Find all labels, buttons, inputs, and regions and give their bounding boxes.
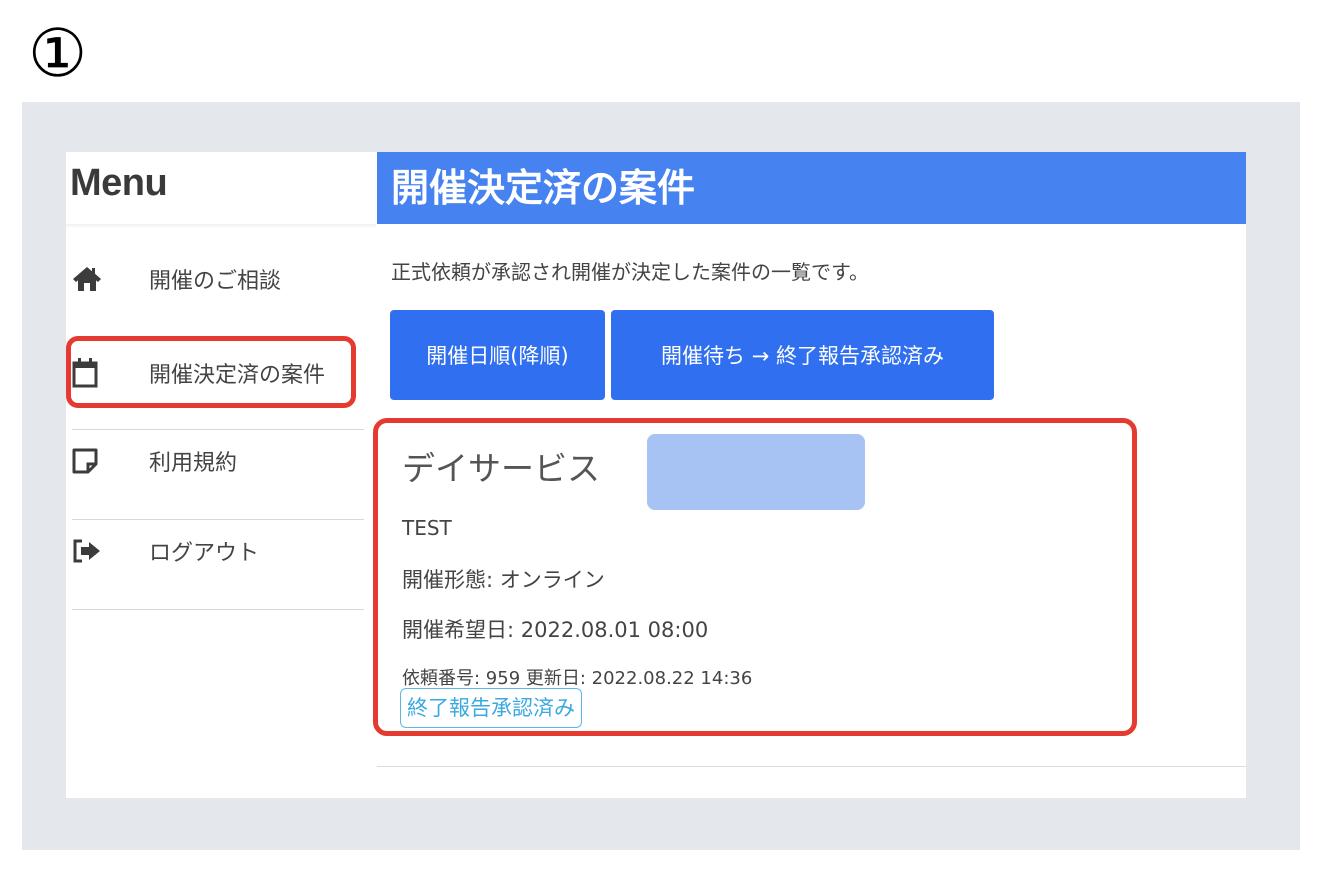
- card-date: 開催希望日: 2022.08.01 08:00: [402, 618, 709, 642]
- home-icon: [72, 265, 112, 293]
- card-meta: 依頼番号: 959 更新日: 2022.08.22 14:36: [402, 668, 753, 689]
- sidebar-item-label: 利用規約: [149, 451, 238, 476]
- page-description: 正式依頼が承認され開催が決定した案件の一覧です。: [391, 260, 869, 284]
- sidebar-item-label: ログアウト: [149, 541, 260, 566]
- status-badge: 終了報告承認済み: [400, 688, 582, 728]
- menu-header-divider: [66, 224, 376, 228]
- divider: [72, 609, 364, 610]
- note-icon: [72, 448, 112, 474]
- sidebar-item-label: 開催のご相談: [149, 269, 282, 294]
- status-filter-button[interactable]: 開催待ち → 終了報告承認済み: [611, 310, 994, 400]
- highlight-annotation: [66, 336, 356, 408]
- main-content: 開催決定済の案件 正式依頼が承認され開催が決定した案件の一覧です。 開催日順(降…: [373, 152, 1246, 798]
- card-format: 開催形態: オンライン: [402, 568, 605, 592]
- menu-title: Menu: [70, 162, 168, 204]
- logout-icon: [72, 539, 112, 563]
- app-window: Menu 開催のご相談 開催決定済の案件 利用規約 ログアウト 開催決定済の案件…: [66, 152, 1246, 798]
- sort-by-date-button[interactable]: 開催日順(降順): [390, 310, 605, 400]
- sidebar-item-logout[interactable]: ログアウト: [66, 506, 366, 596]
- sidebar-item-terms[interactable]: 利用規約: [66, 416, 366, 506]
- card-title: デイサービス: [402, 449, 600, 488]
- card-name: TEST: [402, 516, 452, 540]
- sidebar-item-consultation[interactable]: 開催のご相談: [66, 234, 366, 324]
- divider: [377, 766, 1246, 767]
- sidebar: Menu 開催のご相談 開催決定済の案件 利用規約 ログアウト: [66, 152, 376, 798]
- page-header: 開催決定済の案件: [377, 152, 1246, 224]
- page-title: 開催決定済の案件: [391, 166, 696, 210]
- redaction-mark: [647, 434, 865, 510]
- step-number: ①: [28, 15, 88, 92]
